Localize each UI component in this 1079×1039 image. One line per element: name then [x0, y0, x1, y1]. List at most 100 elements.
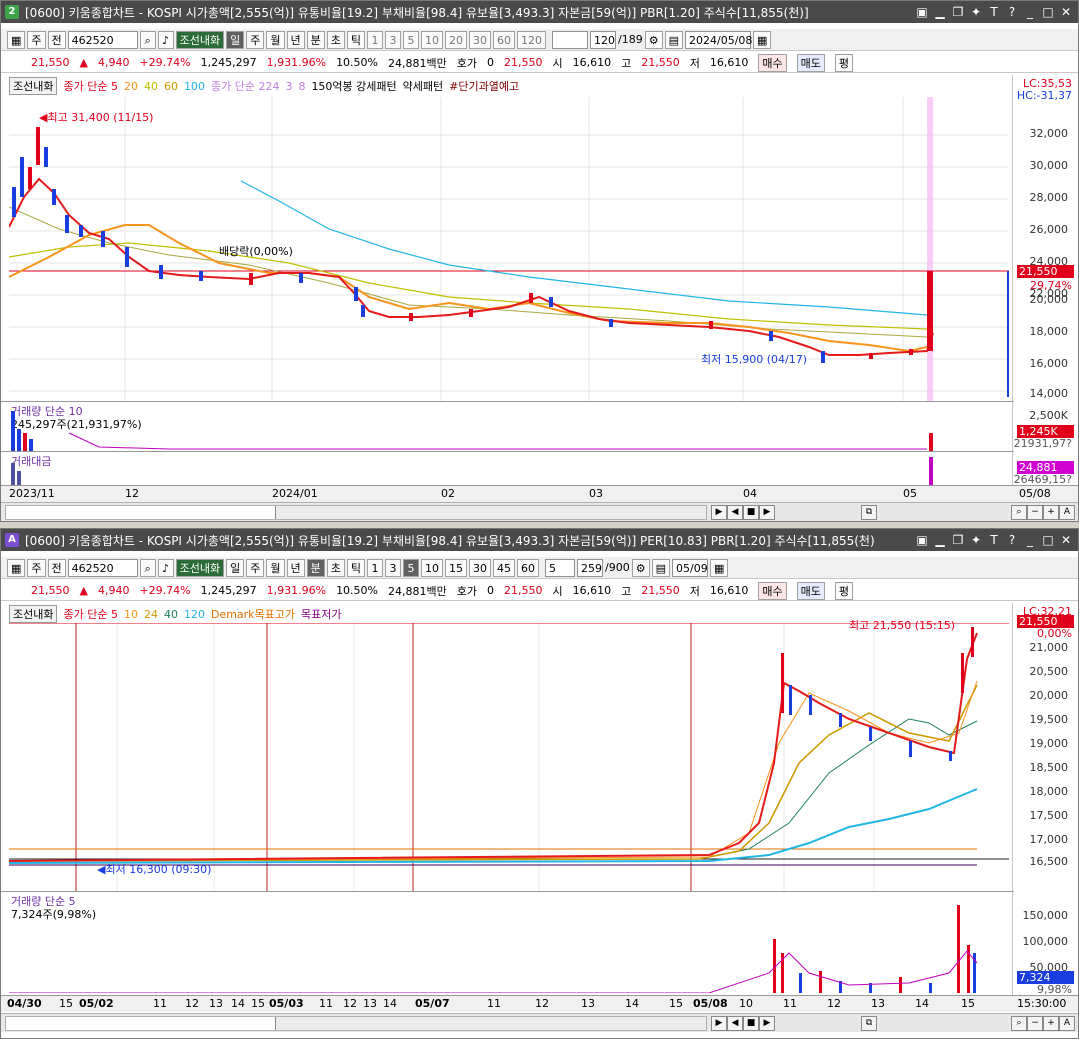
sell-button[interactable]: 매도: [796, 581, 825, 600]
interval-45[interactable]: 45: [493, 558, 516, 577]
interval-20[interactable]: 20: [445, 30, 468, 49]
plus-icon[interactable]: +: [1043, 1016, 1059, 1031]
legend-stock[interactable]: 조선내화: [9, 77, 58, 95]
top-scrollbar[interactable]: ▶ ◀ ■ ▶ ⧉ ⌕ − + A: [1, 502, 1078, 521]
period-week[interactable]: 주: [246, 558, 265, 577]
tile-icon[interactable]: ❐: [950, 533, 966, 547]
avg-button[interactable]: 평: [834, 53, 853, 72]
interval-3[interactable]: 3: [385, 558, 402, 577]
legend-ma[interactable]: 종가 단순 5: [63, 606, 117, 622]
font-icon[interactable]: A: [1059, 1016, 1075, 1031]
interval-1[interactable]: 1: [367, 558, 384, 577]
bottom-price-chart[interactable]: [9, 623, 1009, 891]
view-button[interactable]: 전: [47, 558, 66, 577]
minimize-icon[interactable]: ▁: [932, 533, 948, 547]
interval-10[interactable]: 10: [421, 30, 444, 49]
minus-icon[interactable]: −: [1027, 505, 1043, 520]
draw-tool-icon[interactable]: ⧉: [861, 1016, 877, 1031]
plus-icon[interactable]: +: [1043, 505, 1059, 520]
type-select[interactable]: 주: [27, 558, 46, 577]
search-icon[interactable]: ⌕: [139, 558, 156, 577]
restore-icon[interactable]: ▣: [914, 5, 930, 19]
stock-name[interactable]: 조선내화: [175, 558, 225, 577]
code-input[interactable]: 462520: [67, 558, 138, 577]
code-input[interactable]: 462520: [67, 30, 138, 49]
period-year[interactable]: 년: [286, 30, 305, 49]
stop-icon[interactable]: ■: [743, 505, 759, 520]
interval-5[interactable]: 5: [403, 558, 420, 577]
calendar-icon[interactable]: ▦: [710, 558, 729, 577]
top-price-chart[interactable]: [9, 97, 1009, 401]
legend-weak[interactable]: 약세패턴: [403, 78, 443, 94]
font-icon[interactable]: A: [1059, 505, 1075, 520]
scroll-right-icon[interactable]: ▶: [711, 505, 727, 520]
close-icon[interactable]: ✕: [1058, 5, 1074, 19]
view-button[interactable]: 전: [47, 30, 66, 49]
play-back-icon[interactable]: ◀: [727, 505, 743, 520]
buy-button[interactable]: 매수: [758, 581, 787, 600]
interval-3[interactable]: 3: [385, 30, 402, 49]
period-tick[interactable]: 틱: [346, 558, 366, 577]
play-icon[interactable]: ▶: [759, 1016, 775, 1031]
tile-icon[interactable]: ❐: [950, 5, 966, 19]
layout-icon[interactable]: ▦: [7, 30, 26, 49]
period-month[interactable]: 월: [266, 558, 285, 577]
interval-15[interactable]: 15: [445, 558, 468, 577]
date-input[interactable]: 05/09: [672, 558, 708, 577]
interval-select[interactable]: 5: [545, 558, 576, 577]
pin-icon[interactable]: ✦: [968, 533, 984, 547]
scroll-track[interactable]: [5, 505, 707, 520]
scroll-track[interactable]: [5, 1016, 707, 1031]
legend-ma224[interactable]: 종가 단순 224: [211, 78, 279, 94]
interval-60[interactable]: 60: [493, 30, 516, 49]
min-icon[interactable]: _: [1022, 5, 1038, 19]
date-input[interactable]: 2024/05/08: [685, 30, 752, 49]
period-sec[interactable]: 초: [326, 30, 345, 49]
legend-ma[interactable]: 종가 단순 5: [63, 78, 117, 94]
count-input[interactable]: 120: [590, 30, 617, 49]
restore-icon[interactable]: ▣: [914, 533, 930, 547]
tool-icon[interactable]: ⚙: [631, 558, 650, 577]
bottom-scrollbar[interactable]: ▶ ◀ ■ ▶ ⧉ ⌕ − + A: [1, 1013, 1078, 1032]
speaker-icon[interactable]: ♪: [157, 30, 174, 49]
period-min[interactable]: 분: [306, 558, 325, 577]
text-icon[interactable]: T: [986, 5, 1002, 19]
help-icon[interactable]: ?: [1004, 533, 1020, 547]
interval-30[interactable]: 30: [469, 30, 492, 49]
save-icon[interactable]: ▤: [664, 30, 683, 49]
play-icon[interactable]: ▶: [759, 505, 775, 520]
interval-30[interactable]: 30: [469, 558, 492, 577]
period-month[interactable]: 월: [266, 30, 285, 49]
calendar-icon[interactable]: ▦: [753, 30, 772, 49]
type-select[interactable]: 주: [27, 30, 46, 49]
interval-input[interactable]: [552, 30, 589, 49]
draw-tool-icon[interactable]: ⧉: [861, 505, 877, 520]
minimize-icon[interactable]: ▁: [932, 5, 948, 19]
legend-warn[interactable]: #단기과열예고: [449, 78, 519, 94]
legend-demark-low[interactable]: 목표저가: [301, 606, 341, 622]
avg-button[interactable]: 평: [834, 581, 853, 600]
speaker-icon[interactable]: ♪: [157, 558, 174, 577]
pin-icon[interactable]: ✦: [968, 5, 984, 19]
zoom-icon[interactable]: ⌕: [1011, 1016, 1027, 1031]
min-icon[interactable]: _: [1022, 533, 1038, 547]
interval-1[interactable]: 1: [367, 30, 384, 49]
buy-button[interactable]: 매수: [758, 53, 787, 72]
close-icon[interactable]: ✕: [1058, 533, 1074, 547]
play-back-icon[interactable]: ◀: [727, 1016, 743, 1031]
legend-stock[interactable]: 조선내화: [9, 605, 58, 623]
interval-120[interactable]: 120: [517, 30, 547, 49]
sell-button[interactable]: 매도: [796, 53, 825, 72]
search-icon[interactable]: ⌕: [139, 30, 156, 49]
tool-icon[interactable]: ⚙: [644, 30, 663, 49]
max-icon[interactable]: □: [1040, 5, 1056, 19]
interval-60[interactable]: 60: [517, 558, 540, 577]
max-icon[interactable]: □: [1040, 533, 1056, 547]
period-min[interactable]: 분: [306, 30, 325, 49]
period-tick[interactable]: 틱: [346, 30, 366, 49]
layout-icon[interactable]: ▦: [7, 558, 26, 577]
legend-pattern[interactable]: 150억봉 강세패턴: [311, 78, 396, 94]
interval-10[interactable]: 10: [421, 558, 444, 577]
stock-name[interactable]: 조선내화: [175, 30, 225, 49]
scroll-thumb[interactable]: [275, 506, 706, 519]
